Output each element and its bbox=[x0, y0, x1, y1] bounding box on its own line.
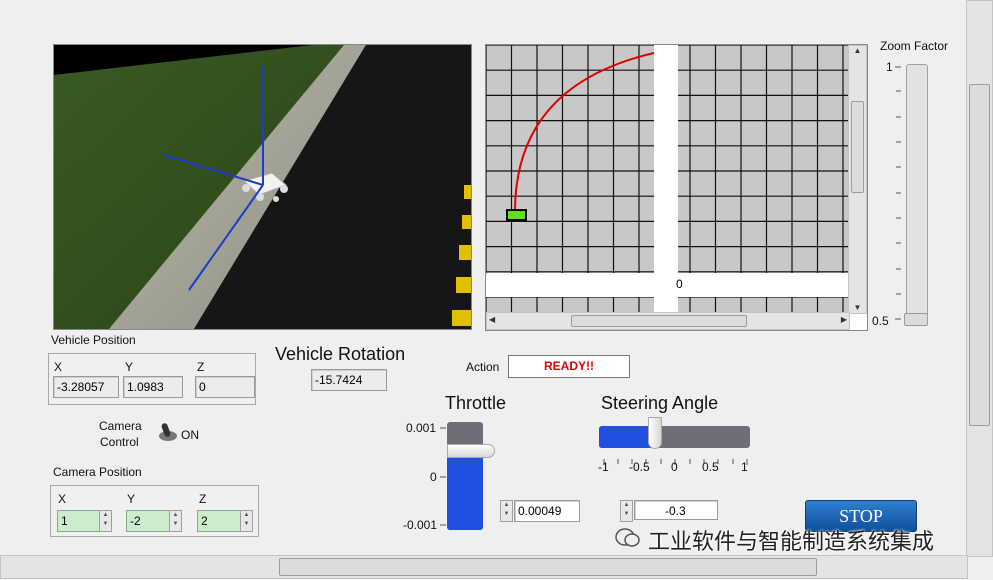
zoom-slider-handle[interactable] bbox=[904, 313, 928, 326]
vehicle-x-indicator: -3.28057 bbox=[53, 376, 119, 398]
3d-scene-view[interactable] bbox=[53, 44, 472, 330]
zoom-factor-title: Zoom Factor bbox=[880, 39, 949, 53]
3d-scene bbox=[54, 45, 471, 329]
camera-y-input[interactable]: -2 bbox=[126, 510, 172, 532]
vehicle-rotation-title: Vehicle Rotation bbox=[275, 344, 406, 364]
camera-y-spinner[interactable]: ▲ ▼ bbox=[169, 510, 182, 532]
steering-slider-handle[interactable] bbox=[648, 417, 662, 449]
steering-slider-track[interactable] bbox=[599, 426, 750, 448]
camera-y-label: Y bbox=[127, 492, 136, 506]
zoom-max-label: 1 bbox=[886, 60, 893, 74]
map-horizontal-scroll-thumb[interactable] bbox=[571, 315, 747, 327]
throttle-tick-min: -0.001 bbox=[403, 518, 438, 532]
throttle-slider-track[interactable] bbox=[447, 422, 483, 530]
steering-tick-neg05: -0.5 bbox=[629, 460, 650, 474]
scroll-right-arrow-icon[interactable]: ▶ bbox=[841, 315, 847, 324]
camera-x-input[interactable]: 1 bbox=[57, 510, 103, 532]
vehicle-position-title: Vehicle Position bbox=[51, 333, 136, 347]
steering-value-input[interactable]: -0.3 bbox=[634, 500, 718, 520]
steering-tick-1: 1 bbox=[741, 460, 748, 474]
map-origin-label: 0 bbox=[676, 277, 683, 291]
camera-z-spinner[interactable]: ▲ ▼ bbox=[240, 510, 253, 532]
watermark-text: 工业软件与智能制造系统集成 bbox=[648, 530, 935, 555]
zoom-tick-scale bbox=[895, 66, 901, 320]
camera-z-input[interactable]: 2 bbox=[197, 510, 243, 532]
throttle-title: Throttle bbox=[445, 393, 507, 413]
action-label: Action bbox=[466, 360, 500, 374]
map-canvas bbox=[486, 45, 848, 313]
throttle-slider-handle[interactable] bbox=[447, 443, 495, 458]
top-view-map[interactable]: 0 ▲ ▼ ◀ ▶ bbox=[485, 44, 868, 331]
window-vertical-scrollbar[interactable] bbox=[966, 0, 993, 557]
camera-position-cluster: X Y Z 1 ▲ ▼ -2 ▲ ▼ 2 ▲ ▼ bbox=[50, 485, 259, 537]
vehicle-position-cluster: X Y Z -3.28057 1.0983 0 bbox=[48, 353, 256, 405]
camera-control-label-line1: Camera bbox=[99, 419, 142, 433]
vehicle-y-label: Y bbox=[125, 360, 134, 374]
map-road-horizontal bbox=[486, 273, 848, 297]
vehicle-z-indicator: 0 bbox=[195, 376, 255, 398]
wechat-icon bbox=[615, 527, 641, 549]
steering-spinner[interactable]: ▲ ▼ bbox=[620, 500, 633, 522]
steering-tick-marks bbox=[603, 452, 749, 465]
throttle-slider-fill bbox=[447, 449, 483, 530]
camera-position-title: Camera Position bbox=[53, 465, 142, 479]
vehicle-x-label: X bbox=[54, 360, 63, 374]
map-horizontal-scrollbar[interactable]: ◀ ▶ bbox=[486, 312, 850, 330]
scroll-up-arrow-icon[interactable]: ▲ bbox=[849, 46, 866, 56]
camera-x-label: X bbox=[58, 492, 67, 506]
steering-tick-05: 0.5 bbox=[702, 460, 719, 474]
throttle-value-input[interactable]: 0.00049 bbox=[514, 500, 580, 522]
map-road-vertical bbox=[654, 45, 678, 313]
steering-slider-fill bbox=[599, 426, 654, 448]
window-horizontal-scrollbar[interactable] bbox=[0, 555, 968, 579]
steering-angle-title: Steering Angle bbox=[601, 393, 719, 413]
vehicle-rotation-indicator: -15.7424 bbox=[311, 369, 387, 391]
throttle-tick-zero: 0 bbox=[430, 470, 437, 484]
steering-tick-zero: 0 bbox=[671, 460, 678, 474]
zoom-slider-track[interactable] bbox=[906, 64, 928, 326]
scroll-down-arrow-icon[interactable]: ▼ bbox=[849, 303, 866, 313]
vehicle-y-indicator: 1.0983 bbox=[123, 376, 183, 398]
scroll-left-arrow-icon[interactable]: ◀ bbox=[489, 315, 495, 324]
camera-control-state: ON bbox=[181, 428, 199, 442]
action-indicator: READY!! bbox=[508, 355, 630, 378]
throttle-tick-marks bbox=[440, 427, 446, 527]
camera-control-toggle[interactable] bbox=[157, 420, 179, 442]
throttle-tick-max: 0.001 bbox=[406, 421, 437, 435]
window-vertical-scroll-thumb[interactable] bbox=[969, 84, 990, 426]
map-vertical-scroll-thumb[interactable] bbox=[851, 101, 864, 193]
camera-control-label-line2: Control bbox=[100, 435, 139, 449]
camera-z-label: Z bbox=[199, 492, 207, 506]
map-vertical-scrollbar[interactable]: ▲ ▼ bbox=[848, 45, 867, 314]
toggle-switch-icon bbox=[159, 423, 177, 441]
throttle-spinner[interactable]: ▲ ▼ bbox=[500, 500, 513, 522]
zoom-min-label: 0.5 bbox=[872, 314, 889, 328]
window-horizontal-scroll-thumb[interactable] bbox=[279, 558, 817, 576]
vehicle-marker bbox=[506, 209, 527, 221]
steering-tick-neg1: -1 bbox=[598, 460, 609, 474]
vehicle-z-label: Z bbox=[197, 360, 205, 374]
camera-x-spinner[interactable]: ▲ ▼ bbox=[99, 510, 112, 532]
